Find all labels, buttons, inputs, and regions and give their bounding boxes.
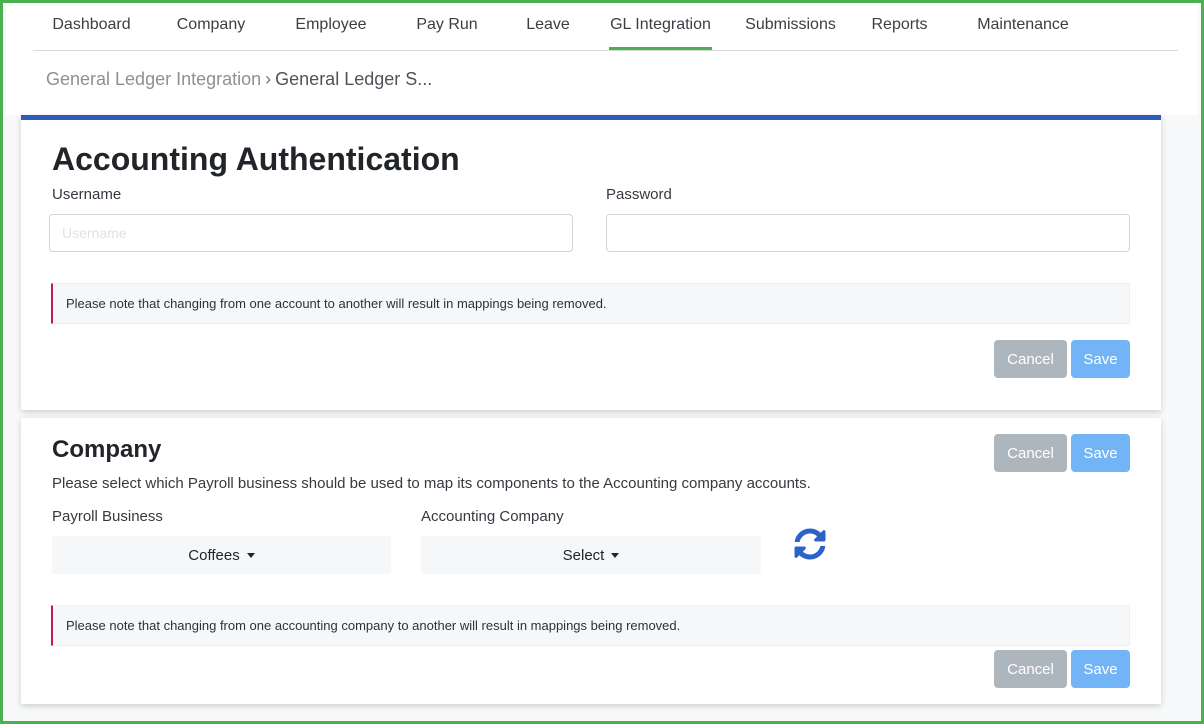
payroll-business-value: Coffees — [188, 546, 240, 564]
username-label: Username — [52, 186, 122, 203]
auth-save-button[interactable]: Save — [1071, 340, 1130, 378]
nav-item-leave[interactable]: Leave — [504, 3, 592, 50]
accounting-authentication-card: Accounting Authentication Username Passw… — [21, 115, 1161, 410]
company-cancel-button[interactable]: Cancel — [994, 650, 1067, 688]
nav-item-employee[interactable]: Employee — [272, 3, 390, 50]
nav-item-gl-integration[interactable]: GL Integration — [609, 3, 712, 50]
payroll-business-dropdown[interactable]: Coffees — [52, 536, 391, 574]
company-title: Company — [52, 436, 162, 463]
accounting-company-value: Select — [562, 546, 605, 564]
nav-item-reports[interactable]: Reports — [852, 3, 947, 50]
accounting-company-dropdown[interactable]: Select — [421, 536, 761, 574]
company-cancel-button-top[interactable]: Cancel — [994, 434, 1067, 472]
nav-item-pay-run[interactable]: Pay Run — [390, 3, 504, 50]
accounting-authentication-title: Accounting Authentication — [52, 141, 460, 177]
refresh-icon[interactable] — [794, 528, 826, 560]
breadcrumb: General Ledger Integration › General Ledge… — [46, 69, 432, 90]
caret-down-icon — [246, 552, 255, 558]
main-nav: Dashboard Company Employee Pay Run Leave… — [33, 3, 1178, 51]
nav-item-submissions[interactable]: Submissions — [729, 3, 852, 50]
header: Dashboard Company Employee Pay Run Leave… — [6, 3, 1198, 115]
breadcrumb-parent-link[interactable]: General Ledger Integration — [46, 69, 261, 89]
password-input[interactable] — [606, 214, 1130, 252]
company-save-button[interactable]: Save — [1071, 650, 1130, 688]
accounting-company-change-warning: Please note that changing from one accou… — [51, 605, 1130, 646]
app-frame: Dashboard Company Employee Pay Run Leave… — [0, 0, 1204, 724]
auth-cancel-button[interactable]: Cancel — [994, 340, 1067, 378]
caret-down-icon — [611, 552, 620, 558]
nav-item-dashboard[interactable]: Dashboard — [33, 3, 150, 50]
password-label: Password — [606, 186, 672, 203]
payroll-business-label: Payroll Business — [52, 508, 163, 525]
breadcrumb-current: General Ledger S... — [275, 69, 433, 89]
username-input[interactable] — [49, 214, 573, 252]
company-save-button-top[interactable]: Save — [1071, 434, 1130, 472]
company-card: Company Cancel Save Please select which … — [21, 418, 1161, 704]
account-change-warning: Please note that changing from one accou… — [51, 283, 1130, 324]
breadcrumb-separator: › — [265, 69, 272, 89]
company-description: Please select which Payroll business sho… — [52, 475, 811, 492]
nav-item-maintenance[interactable]: Maintenance — [947, 3, 1099, 50]
nav-item-company[interactable]: Company — [150, 3, 272, 50]
accounting-company-label: Accounting Company — [421, 508, 564, 525]
